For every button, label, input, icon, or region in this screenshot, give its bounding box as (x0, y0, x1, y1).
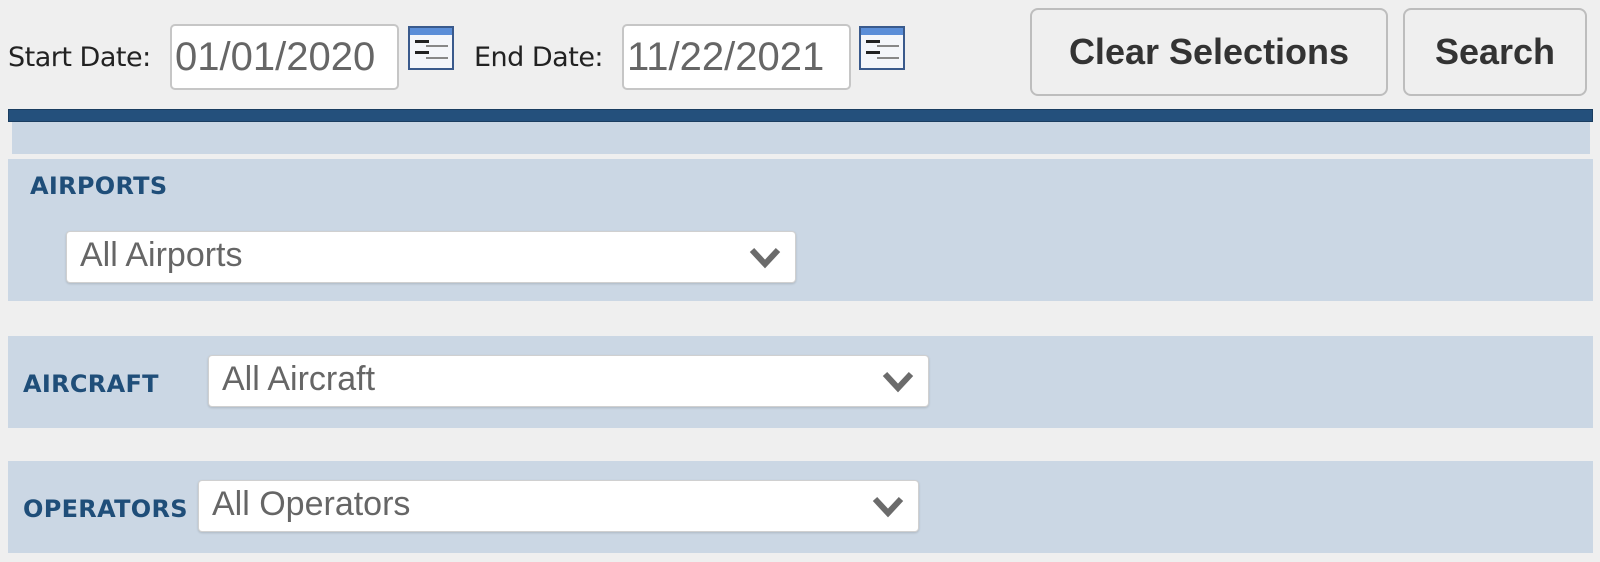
airports-select-value: All Airports (80, 236, 243, 274)
operators-select-value: All Operators (212, 485, 411, 523)
operators-label: OPERATORS (23, 495, 188, 523)
calendar-icon[interactable] (408, 26, 454, 70)
chevron-down-icon (749, 244, 781, 270)
search-button[interactable]: Search (1403, 8, 1587, 96)
chevron-down-icon (882, 368, 914, 394)
start-date-input[interactable]: 01/01/2020 (170, 24, 399, 90)
airports-select[interactable]: All Airports (66, 231, 796, 283)
end-date-label: End Date: (474, 42, 604, 73)
chevron-down-icon (872, 493, 904, 519)
calendar-icon[interactable] (859, 26, 905, 70)
aircraft-panel: AIRCRAFT All Aircraft (8, 336, 1593, 428)
search-filter-page: Start Date: 01/01/2020 End Date: 11/22/2… (0, 0, 1600, 562)
start-date-label: Start Date: (8, 42, 151, 73)
aircraft-label: AIRCRAFT (23, 370, 159, 398)
aircraft-select-value: All Aircraft (222, 360, 376, 398)
clear-selections-button[interactable]: Clear Selections (1030, 8, 1388, 96)
operators-select[interactable]: All Operators (198, 480, 919, 532)
header-band-sub (12, 122, 1590, 154)
header-band (8, 109, 1593, 122)
airports-panel: AIRPORTS All Airports (8, 159, 1593, 301)
operators-panel: OPERATORS All Operators (8, 461, 1593, 553)
aircraft-select[interactable]: All Aircraft (208, 355, 929, 407)
airports-label: AIRPORTS (30, 172, 168, 200)
end-date-input[interactable]: 11/22/2021 (622, 24, 851, 90)
